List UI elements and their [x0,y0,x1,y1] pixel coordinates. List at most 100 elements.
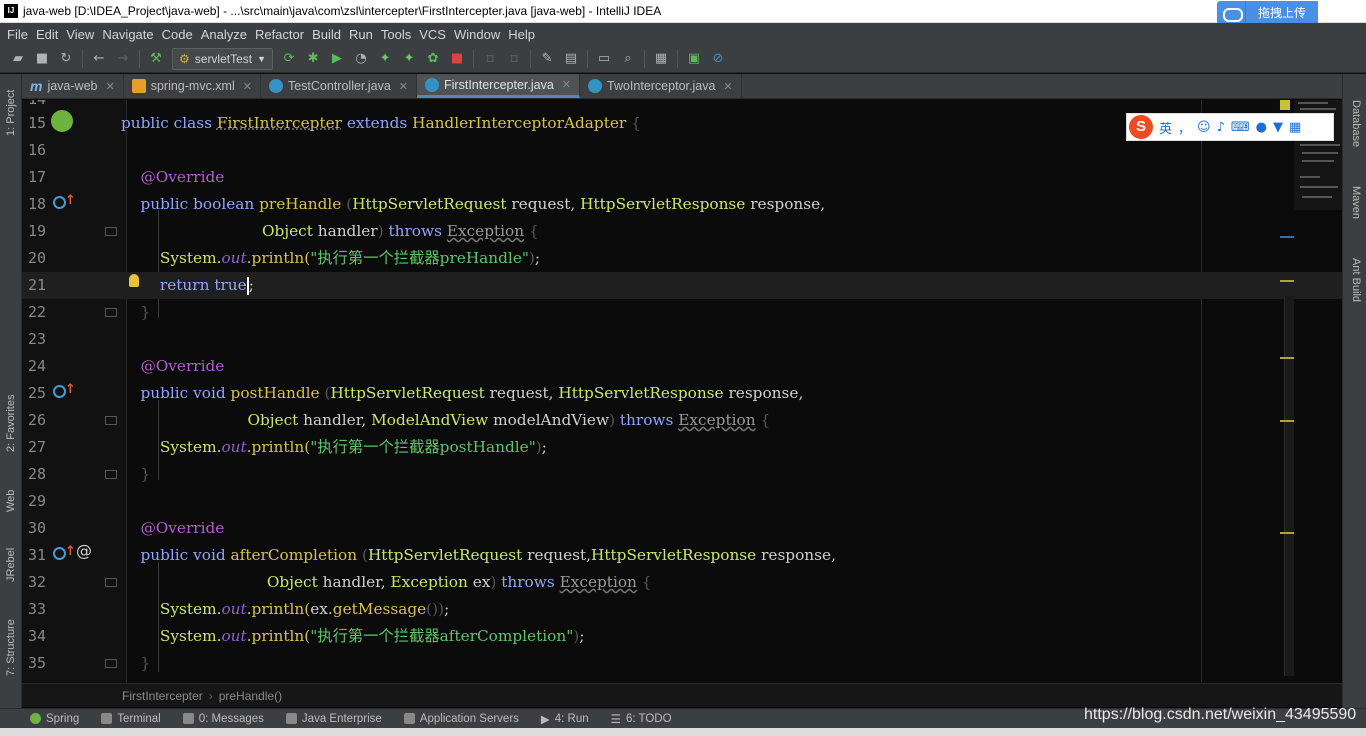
tool-window-favorites[interactable]: 2: Favorites [5,395,17,452]
deploy-icon[interactable]: ▫ [505,50,523,68]
error-stripe-mark[interactable] [1280,357,1294,359]
error-stripe-mark[interactable] [1280,420,1294,422]
fold-marker-icon[interactable] [105,416,117,425]
close-icon[interactable]: ✕ [562,78,571,91]
tool-window-project[interactable]: 1: Project [5,90,17,136]
tool-java-enterprise[interactable]: Java Enterprise [285,713,382,725]
line-number: 25 [27,384,46,402]
up-arrow-icon[interactable]: ↑ [65,545,76,559]
menu-file[interactable]: File [3,27,32,42]
menu-code[interactable]: Code [158,27,197,42]
java-enterprise-icon [285,713,297,724]
close-icon[interactable]: ✕ [399,80,408,93]
at-sign-icon[interactable]: @ [76,543,92,559]
close-icon[interactable]: ✕ [243,80,252,93]
ime-punct-toggle[interactable]: ， [1178,118,1191,137]
tab-two-interceptor[interactable]: TwoInterceptor.java ✕ [580,74,742,98]
tool-window-web[interactable]: Web [5,490,17,512]
close-icon[interactable]: ✕ [723,80,732,93]
settings-wrench-icon[interactable]: ✎ [538,50,556,68]
tool-window-structure[interactable]: 7: Structure [5,619,17,676]
rerun-icon[interactable]: ⟳ [280,50,298,68]
code-line: 24 @Override [22,353,1342,380]
tab-java-web[interactable]: m java-web ✕ [22,74,124,98]
menu-navigate[interactable]: Navigate [98,27,157,42]
messages-icon [182,713,194,724]
tool-run[interactable]: ▶ 4: Run [541,712,589,726]
error-stripe-mark[interactable] [1280,532,1294,534]
line-number: 19 [27,222,46,240]
stop-icon[interactable]: ■ [448,50,466,68]
run-coverage-icon[interactable]: ▶ [328,50,346,68]
breadcrumb-class[interactable]: FirstIntercepter [122,689,203,703]
tool-spring[interactable]: Spring [30,713,79,725]
no-entry-icon[interactable]: ⊘ [709,50,727,68]
lightbulb-icon[interactable] [129,274,139,287]
code-editor[interactable]: 14 15 public class FirstIntercepter exte… [22,100,1342,682]
menu-run[interactable]: Run [345,27,377,42]
breadcrumb-method[interactable]: preHandle() [219,689,282,703]
sync-icon[interactable]: ↻ [57,50,75,68]
tool-todo[interactable]: ☰ 6: TODO [611,712,672,726]
run-config-select[interactable]: ⚙ servletTest ▼ [172,47,274,70]
fold-marker-icon[interactable] [105,659,117,668]
close-icon[interactable]: ✕ [105,80,114,93]
tool-window-database[interactable]: Database [1350,100,1362,147]
emoji-icon[interactable]: ☺ [1197,120,1211,135]
menu-window[interactable]: Window [450,27,504,42]
menu-refactor[interactable]: Refactor [251,27,308,42]
tab-spring-mvc-xml[interactable]: spring-mvc.xml ✕ [124,74,261,98]
jrebel-run-icon[interactable]: ✦ [376,50,394,68]
tool-window-ant-build[interactable]: Ant Build [1350,258,1362,302]
toolbox-grid-icon[interactable]: ▦ [1289,120,1301,135]
keyboard-icon[interactable]: ⌨ [1231,120,1250,135]
ime-toolbar[interactable]: S 英 ， ☺ ♪ ⌨ ● ▼ ▦ [1126,113,1334,141]
attach-icon[interactable]: ✿ [424,50,442,68]
upload-widget[interactable]: 拖拽上传 [1216,1,1318,25]
update-app-icon[interactable]: ▫ [481,50,499,68]
back-arrow-icon[interactable]: ← [90,50,108,68]
menu-edit[interactable]: Edit [32,27,62,42]
menu-analyze[interactable]: Analyze [197,27,251,42]
menu-help[interactable]: Help [504,27,539,42]
microphone-icon[interactable]: ♪ [1217,120,1225,135]
forward-arrow-icon[interactable]: → [114,50,132,68]
tab-test-controller[interactable]: TestController.java ✕ [261,74,418,98]
skin-shirt-icon[interactable]: ▼ [1273,120,1283,135]
menu-view[interactable]: View [62,27,98,42]
ime-mode-toggle[interactable]: 英 [1159,118,1172,137]
tasks-icon[interactable]: ▦ [652,50,670,68]
up-arrow-icon[interactable]: ↑ [65,194,76,208]
tool-messages[interactable]: 0: Messages [182,713,264,725]
fold-marker-icon[interactable] [105,578,117,587]
error-stripe-mark[interactable] [1280,100,1290,110]
project-structure-icon[interactable]: ▤ [562,50,580,68]
menu-build[interactable]: Build [308,27,345,42]
search-icon[interactable]: ⌕ [619,50,637,68]
activity-monitor-icon[interactable]: ▣ [685,50,703,68]
fold-marker-icon[interactable] [105,227,117,236]
save-all-icon[interactable]: ■ [33,50,51,68]
up-arrow-icon[interactable]: ↑ [65,383,76,397]
user-icon[interactable]: ● [1256,120,1267,135]
fold-marker-icon[interactable] [105,308,117,317]
tool-window-maven[interactable]: Maven [1350,186,1362,219]
error-stripe-mark[interactable] [1280,280,1294,282]
open-folder-icon[interactable]: ▰ [9,50,27,68]
tool-terminal[interactable]: Terminal [101,713,161,725]
fold-marker-icon[interactable] [105,470,117,479]
upload-button[interactable]: 拖拽上传 [1244,1,1318,25]
debug-icon[interactable]: ✱ [304,50,322,68]
tool-window-jrebel[interactable]: JRebel [5,548,17,582]
spring-bean-icon[interactable] [51,110,73,132]
jrebel-debug-icon[interactable]: ✦ [400,50,418,68]
terminal-icon[interactable]: ▭ [595,50,613,68]
profile-icon[interactable]: ◔ [352,50,370,68]
line-number: 23 [27,330,46,348]
error-stripe-mark[interactable] [1280,236,1294,238]
tool-application-servers[interactable]: Application Servers [403,713,519,725]
menu-tools[interactable]: Tools [377,27,415,42]
menu-vcs[interactable]: VCS [415,27,450,42]
build-hammer-icon[interactable]: ⚒ [147,50,165,68]
tab-first-intercepter[interactable]: FirstIntercepter.java ✕ [417,74,580,98]
